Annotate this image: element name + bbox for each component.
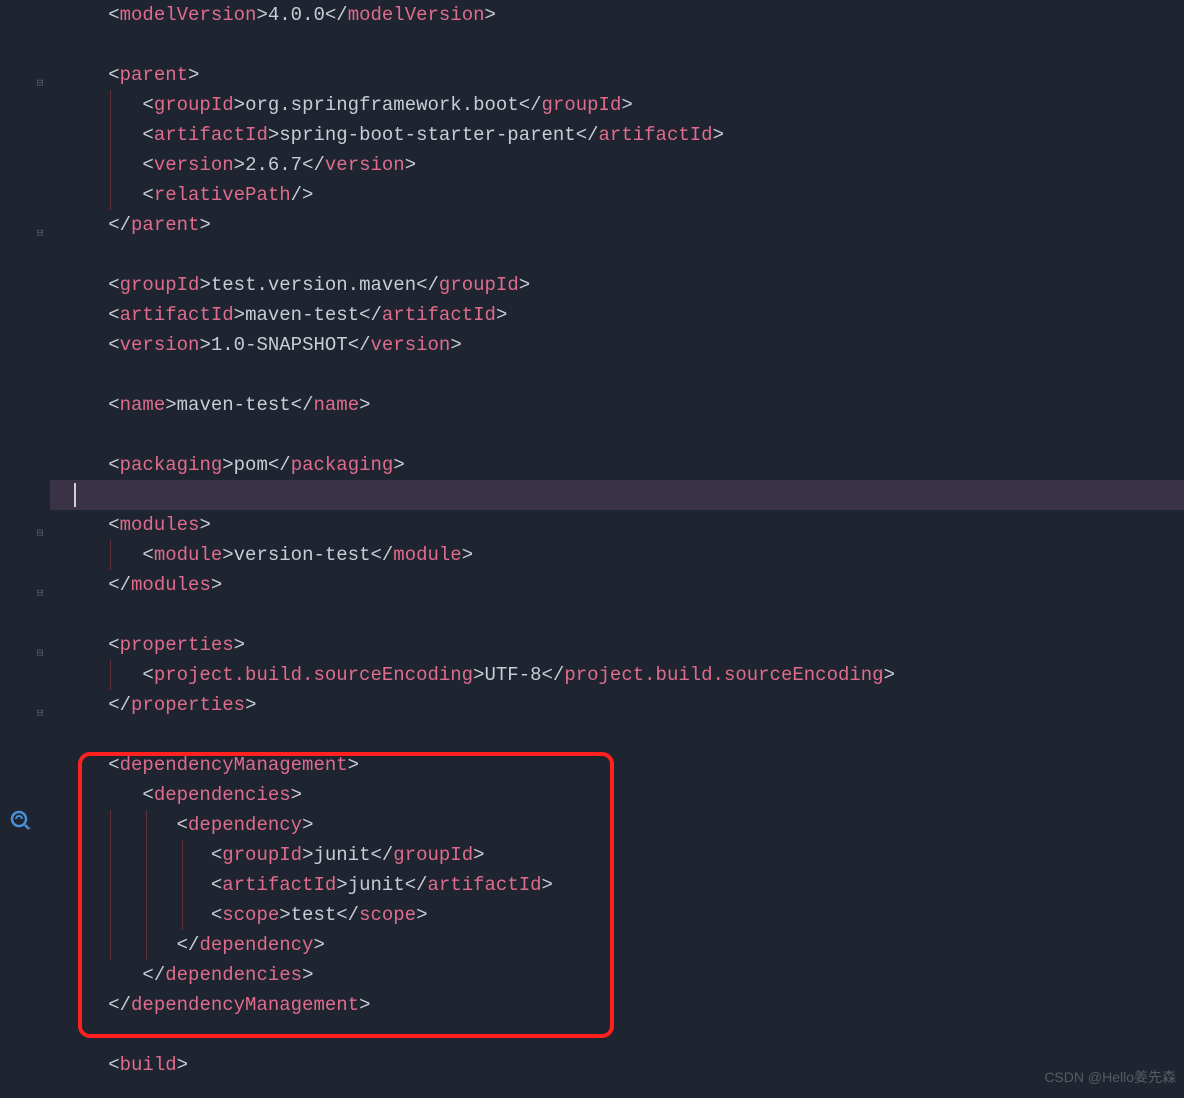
code-line[interactable]: <artifactId>spring-boot-starter-parent</… xyxy=(50,120,1184,150)
code-line[interactable]: <dependency> xyxy=(50,810,1184,840)
fold-close-icon[interactable]: ⊟ xyxy=(35,219,45,249)
fold-open-icon[interactable]: ⊟ xyxy=(35,519,45,549)
code-line[interactable]: <relativePath/> xyxy=(50,180,1184,210)
code-line[interactable]: <packaging>pom</packaging> xyxy=(50,450,1184,480)
code-line[interactable]: <version>2.6.7</version> xyxy=(50,150,1184,180)
code-line[interactable]: <scope>test</scope> xyxy=(50,900,1184,930)
code-line[interactable] xyxy=(50,420,1184,450)
code-line[interactable] xyxy=(50,720,1184,750)
code-line[interactable]: <artifactId>maven-test</artifactId> xyxy=(50,300,1184,330)
code-line[interactable]: <modelVersion>4.0.0</modelVersion> xyxy=(50,0,1184,30)
code-line[interactable]: <project.build.sourceEncoding>UTF-8</pro… xyxy=(50,660,1184,690)
maven-dependency-icon[interactable] xyxy=(10,810,32,843)
code-line[interactable]: </modules> xyxy=(50,570,1184,600)
code-line[interactable]: <groupId>junit</groupId> xyxy=(50,840,1184,870)
code-line[interactable]: <modules> xyxy=(50,510,1184,540)
gutter: ⊟ ⊟ ⊟ ⊟ ⊟ ⊟ xyxy=(0,0,50,1098)
code-line[interactable] xyxy=(50,240,1184,270)
fold-open-icon[interactable]: ⊟ xyxy=(35,69,45,99)
code-line[interactable]: <parent> xyxy=(50,60,1184,90)
text-cursor xyxy=(74,483,76,507)
fold-close-icon[interactable]: ⊟ xyxy=(35,579,45,609)
code-line[interactable]: <module>version-test</module> xyxy=(50,540,1184,570)
code-line[interactable]: </dependencyManagement> xyxy=(50,990,1184,1020)
code-line[interactable]: <artifactId>junit</artifactId> xyxy=(50,870,1184,900)
code-line[interactable]: <name>maven-test</name> xyxy=(50,390,1184,420)
code-editor[interactable]: <modelVersion>4.0.0</modelVersion> <pare… xyxy=(50,0,1184,1080)
code-line[interactable]: <dependencies> xyxy=(50,780,1184,810)
code-line[interactable] xyxy=(50,30,1184,60)
code-line[interactable]: <build> xyxy=(50,1050,1184,1080)
code-line[interactable]: <properties> xyxy=(50,630,1184,660)
code-line[interactable] xyxy=(50,600,1184,630)
fold-open-icon[interactable]: ⊟ xyxy=(35,639,45,669)
fold-close-icon[interactable]: ⊟ xyxy=(35,699,45,729)
code-line[interactable] xyxy=(50,360,1184,390)
code-line[interactable]: </parent> xyxy=(50,210,1184,240)
code-line[interactable] xyxy=(50,1020,1184,1050)
code-line[interactable]: </dependencies> xyxy=(50,960,1184,990)
code-line[interactable]: <groupId>test.version.maven</groupId> xyxy=(50,270,1184,300)
code-line[interactable]: <dependencyManagement> xyxy=(50,750,1184,780)
code-line[interactable] xyxy=(50,480,1184,510)
code-line[interactable]: </dependency> xyxy=(50,930,1184,960)
code-line[interactable]: </properties> xyxy=(50,690,1184,720)
code-line[interactable]: <groupId>org.springframework.boot</group… xyxy=(50,90,1184,120)
code-line[interactable]: <version>1.0-SNAPSHOT</version> xyxy=(50,330,1184,360)
watermark-text: CSDN @Hello姜先森 xyxy=(1044,1062,1176,1092)
